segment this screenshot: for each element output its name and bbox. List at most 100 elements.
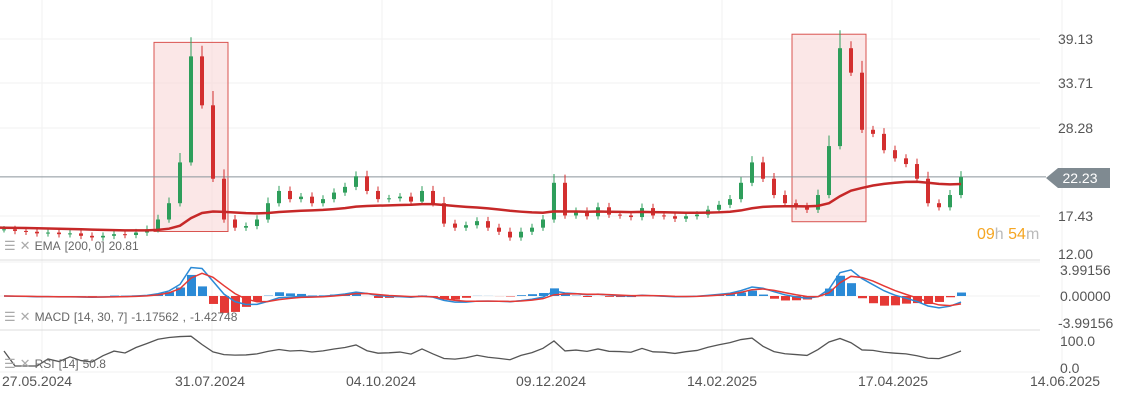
candle-body xyxy=(332,192,336,200)
candle-body xyxy=(662,215,666,217)
candle-body xyxy=(827,146,831,196)
candle-body xyxy=(354,176,358,187)
settings-icon[interactable]: ☰ xyxy=(4,309,16,325)
candle-body xyxy=(893,150,897,159)
candle-body xyxy=(849,48,853,73)
candle-countdown: 09h 54m xyxy=(977,226,1039,244)
candle-body xyxy=(948,195,952,208)
x-tick: 14.02.2025 xyxy=(687,373,758,389)
rsi-tick: 100.0 xyxy=(1060,333,1096,349)
candle-body xyxy=(376,190,380,200)
x-tick: 14.06.2025 xyxy=(1030,373,1101,389)
macd-histogram-bar xyxy=(451,296,460,300)
candle-body xyxy=(959,177,963,196)
macd-params: [14, 30, 7] xyxy=(73,310,128,324)
candle-body xyxy=(739,182,743,200)
candle-body xyxy=(420,190,424,202)
candle-body xyxy=(717,204,721,210)
macd-histogram-bar xyxy=(286,293,295,296)
settings-icon[interactable]: ☰ xyxy=(4,356,16,372)
ema-params: [200, 0] xyxy=(64,239,105,253)
x-tick: 27.05.2024 xyxy=(2,373,73,389)
macd-histogram-bar xyxy=(770,296,779,299)
macd-histogram-bar xyxy=(462,296,471,298)
macd-tick: 0.00000 xyxy=(1060,288,1111,304)
x-tick: 31.07.2024 xyxy=(175,373,246,389)
chart-container[interactable]: 39.13 33.71 28.28 22.23 17.43 12.00 09h … xyxy=(0,0,1131,403)
candle-body xyxy=(519,231,523,238)
candle-body xyxy=(838,48,842,147)
macd-histogram-bar xyxy=(946,296,955,298)
candle-body xyxy=(266,203,270,220)
macd-tick: 3.99156 xyxy=(1060,262,1111,278)
candle-body xyxy=(46,232,50,234)
candle-body xyxy=(618,214,622,216)
countdown-minutes: 54 xyxy=(1008,226,1026,243)
candle-body xyxy=(365,176,369,191)
candle-body xyxy=(310,196,314,204)
chart-canvas[interactable] xyxy=(0,0,1131,403)
candle-body xyxy=(464,225,468,228)
candle-body xyxy=(475,221,479,226)
ema-label: EMA xyxy=(34,239,61,253)
candle-body xyxy=(629,215,633,218)
price-tick: 39.13 xyxy=(1058,31,1094,47)
candle-body xyxy=(882,133,886,151)
macd-histogram-bar xyxy=(858,296,867,299)
candle-body xyxy=(904,158,908,165)
candle-body xyxy=(552,182,556,220)
candle-body xyxy=(695,214,699,217)
macd-histogram-bar xyxy=(209,296,218,304)
candle-body xyxy=(211,105,215,179)
last-price-badge: 22.23 xyxy=(1046,168,1110,188)
candle-body xyxy=(453,223,457,228)
price-tick: 33.71 xyxy=(1058,75,1094,91)
candle-body xyxy=(167,203,171,220)
candle-body xyxy=(398,196,402,199)
countdown-hours: 09 xyxy=(977,226,995,243)
candle-body xyxy=(761,162,765,179)
macd-histogram-bar xyxy=(198,286,207,296)
candle-body xyxy=(486,221,490,228)
candle-body xyxy=(57,232,61,235)
macd-histogram-bar xyxy=(759,294,768,296)
macd-value-2: -1.42748 xyxy=(190,310,238,324)
candle-body xyxy=(123,234,127,236)
candle-body xyxy=(783,195,787,204)
candle-body xyxy=(35,231,39,234)
candle-body xyxy=(233,219,237,228)
countdown-h-unit: h xyxy=(994,226,1004,243)
macd-histogram-bar xyxy=(517,295,526,296)
ema-value: 20.81 xyxy=(108,239,139,253)
macd-label: MACD xyxy=(34,310,70,324)
x-tick: 04.10.2024 xyxy=(346,373,417,389)
candle-body xyxy=(508,231,512,238)
close-icon[interactable]: ✕ xyxy=(20,309,31,325)
macd-legend: ☰ ✕ MACD [14, 30, 7] -1.17562, -1.42748 xyxy=(4,309,238,325)
candle-body xyxy=(255,219,259,227)
settings-icon[interactable]: ☰ xyxy=(4,238,16,254)
candle-body xyxy=(178,162,182,204)
x-tick: 09.12.2024 xyxy=(516,373,587,389)
macd-histogram-bar xyxy=(869,296,878,304)
candle-body xyxy=(299,196,303,200)
candle-body xyxy=(409,196,413,202)
candle-body xyxy=(2,229,6,231)
close-icon[interactable]: ✕ xyxy=(20,238,31,254)
rsi-legend: ☰ ✕ RSI [14] 50.8 xyxy=(4,356,106,372)
macd-histogram-bar xyxy=(583,296,592,298)
macd-histogram-bar xyxy=(308,295,317,296)
candle-body xyxy=(277,190,281,204)
candle-body xyxy=(79,233,83,236)
candle-body xyxy=(156,219,160,230)
candle-body xyxy=(134,232,138,236)
candle-body xyxy=(871,129,875,134)
rsi-value: 50.8 xyxy=(82,357,106,371)
candle-body xyxy=(13,229,17,231)
candle-body xyxy=(860,72,864,130)
rsi-line xyxy=(3,335,962,367)
close-icon[interactable]: ✕ xyxy=(20,356,31,372)
candle-body xyxy=(673,216,677,219)
candle-body xyxy=(24,230,28,232)
candle-body xyxy=(915,164,919,179)
